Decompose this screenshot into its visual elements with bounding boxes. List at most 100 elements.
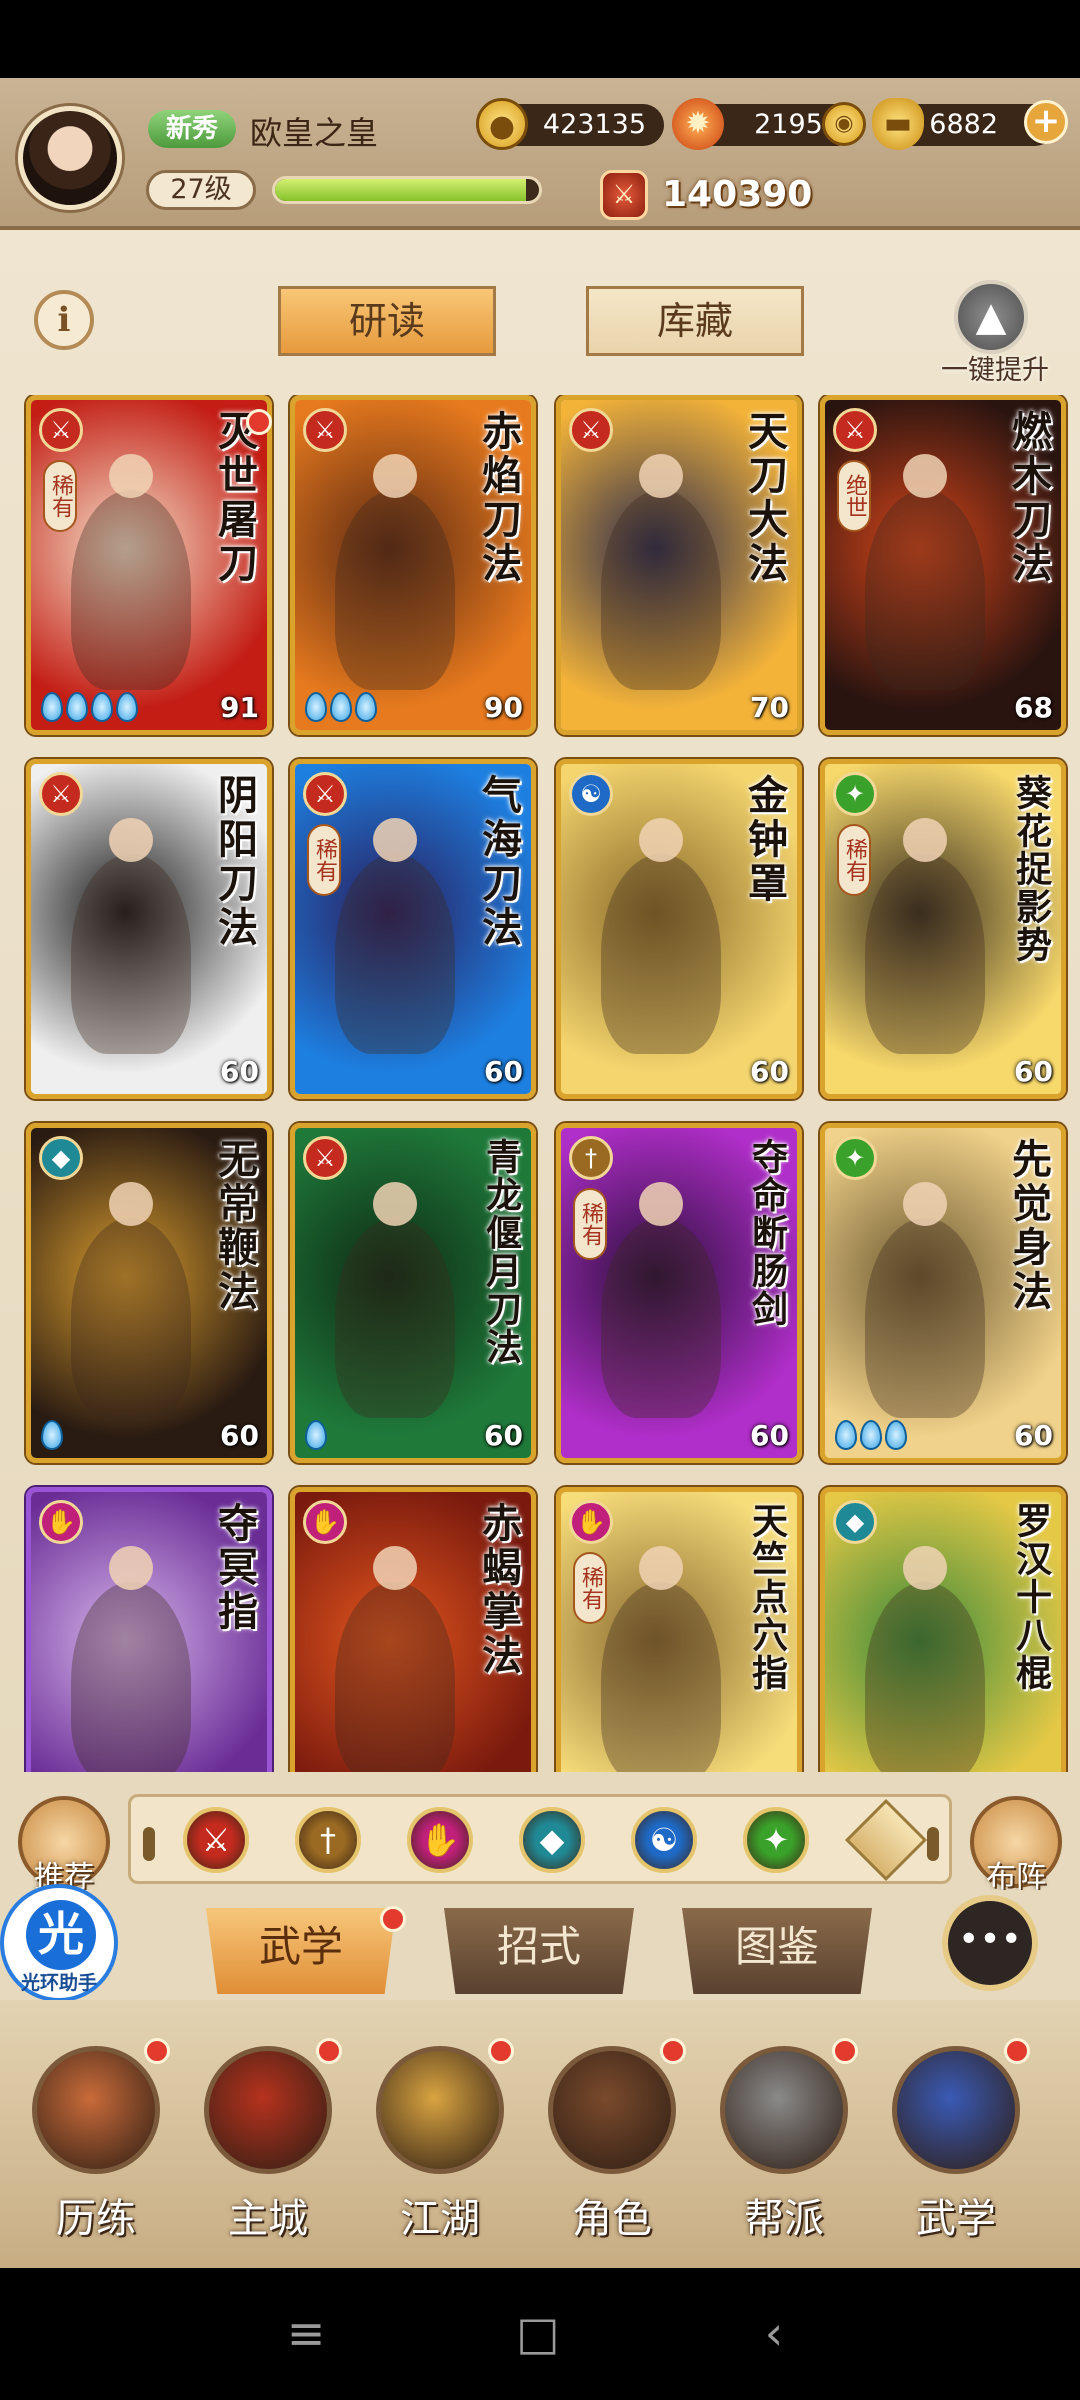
tab-collection[interactable]: 库藏 [586, 286, 804, 356]
combat-power-value: 140390 [662, 174, 813, 215]
finger-school-icon[interactable]: ✋ [407, 1807, 473, 1873]
agility-school-icon: ✦ [833, 772, 877, 816]
subtab-martial[interactable]: 武学 [206, 1908, 396, 1994]
drop-icon [885, 1420, 907, 1450]
recent-apps-icon[interactable]: ≡ [276, 2308, 336, 2358]
nav-item[interactable]: 历练 [16, 2036, 176, 2256]
combat-power-icon: ⚔ [600, 170, 648, 220]
sword-school-icon: † [569, 1136, 613, 1180]
rarity-tag: 稀有 [307, 824, 341, 896]
drop-icon [835, 1420, 857, 1450]
sword-school-icon[interactable]: † [295, 1807, 361, 1873]
back-icon[interactable]: ‹ [744, 2308, 804, 2358]
martial-artist-figure [865, 1182, 985, 1418]
drop-icon [305, 692, 327, 722]
halo-helper-badge[interactable]: 光 光环助手 [0, 1884, 118, 2002]
nav-item[interactable]: 主城 [188, 2036, 348, 2256]
skill-card[interactable]: ✦ 先觉身法 60 [820, 1123, 1066, 1463]
skill-level: 60 [220, 1419, 259, 1452]
skill-name: 夺冥指 [211, 1502, 258, 1634]
drop-icon [91, 692, 113, 722]
scroll-right-indicator [927, 1827, 939, 1861]
skill-card[interactable]: ✋ 赤蝎掌法 [290, 1487, 536, 1772]
skill-level: 68 [1014, 691, 1053, 724]
nav-item[interactable]: 帮派 [704, 2036, 864, 2256]
skill-level: 90 [484, 691, 523, 724]
level-label: 27级 [146, 170, 256, 210]
drop-icon [355, 692, 377, 722]
scroll-left-indicator [143, 1827, 155, 1861]
whip-school-icon: ◆ [39, 1136, 83, 1180]
martial-arts-panel: i 研读 库藏 ▲ 一键提升 ⚔ 稀有 灭世屠刀 91 ⚔ 赤焰刀法 90 ⚔ 天刀大法 70 ⚔ 绝… [0, 230, 1080, 1780]
skill-level: 70 [750, 691, 789, 724]
add-currency-button[interactable]: + [1024, 100, 1068, 144]
whip-school-icon: ◆ [833, 1500, 877, 1544]
notification-dot [380, 1906, 406, 1932]
rarity-tag: 稀有 [837, 824, 871, 896]
nav-label: 历练 [56, 2196, 136, 2242]
skill-card[interactable]: † 稀有 夺命断肠剑 60 [556, 1123, 802, 1463]
notification-dot [832, 2038, 858, 2064]
bottom-navigation: 历练 主城 江湖 角色 帮派 武学 [0, 2000, 1080, 2268]
skill-name: 阴阳刀法 [211, 774, 258, 950]
skill-name: 赤焰刀法 [475, 410, 522, 586]
player-name: 欧皇之皇 [250, 114, 379, 152]
inner-school-icon[interactable]: ☯ [631, 1807, 697, 1873]
nav-item[interactable]: 武学 [876, 2036, 1036, 2256]
skill-level: 60 [484, 1419, 523, 1452]
skill-card[interactable]: ⚔ 稀有 气海刀法 60 [290, 759, 536, 1099]
halo-helper-label: 光环助手 [20, 1972, 97, 1994]
all-schools-filter-icon[interactable] [844, 1798, 928, 1882]
nav-icon [376, 2046, 504, 2174]
tab-study[interactable]: 研读 [278, 286, 496, 356]
martial-artist-figure [71, 454, 191, 690]
martial-artist-figure [865, 1546, 985, 1772]
skill-card[interactable]: ⚔ 阴阳刀法 60 [26, 759, 272, 1099]
skill-card[interactable]: ✦ 稀有 葵花捉影势 60 [820, 759, 1066, 1099]
skill-card[interactable]: ⚔ 绝世 燃木刀法 68 [820, 395, 1066, 735]
skill-card[interactable]: ✋ 稀有 天竺点穴指 [556, 1487, 802, 1772]
skill-card[interactable]: ◆ 无常鞭法 60 [26, 1123, 272, 1463]
finger-school-icon: ✋ [39, 1500, 83, 1544]
halo-helper-icon: 光 [26, 1900, 96, 1970]
sub-tab-area: 武学 招式 图鉴 [0, 1890, 1080, 2000]
chat-button[interactable]: ••• [942, 1895, 1038, 1991]
whip-school-icon[interactable]: ◆ [519, 1807, 585, 1873]
notification-dot [246, 409, 272, 435]
agility-school-icon[interactable]: ✦ [743, 1807, 809, 1873]
martial-artist-figure [601, 1182, 721, 1418]
skill-card[interactable]: ⚔ 青龙偃月刀法 60 [290, 1123, 536, 1463]
blade-school-icon: ⚔ [39, 408, 83, 452]
skill-card[interactable]: ◆ 罗汉十八棍 [820, 1487, 1066, 1772]
nav-item[interactable]: 角色 [532, 2036, 692, 2256]
skill-card[interactable]: ⚔ 赤焰刀法 90 [290, 395, 536, 735]
subtab-moves[interactable]: 招式 [444, 1908, 634, 1994]
gold-pot-icon: ◉ [822, 102, 866, 146]
combat-power: ⚔ 140390 [600, 170, 840, 220]
rarity-tag: 稀有 [573, 1552, 607, 1624]
martial-artist-figure [601, 818, 721, 1054]
skill-card[interactable]: ⚔ 天刀大法 70 [556, 395, 802, 735]
martial-artist-figure [335, 1546, 455, 1772]
blade-school-icon: ⚔ [569, 408, 613, 452]
nav-label: 角色 [572, 2196, 652, 2242]
martial-artist-figure [601, 1546, 721, 1772]
player-avatar[interactable] [18, 106, 122, 210]
home-icon[interactable]: □ [508, 2308, 568, 2358]
skill-level: 60 [750, 1419, 789, 1452]
notification-dot [316, 2038, 342, 2064]
skill-name: 无常鞭法 [211, 1138, 258, 1314]
nav-item[interactable]: 江湖 [360, 2036, 520, 2256]
skill-card-grid[interactable]: ⚔ 稀有 灭世屠刀 91 ⚔ 赤焰刀法 90 ⚔ 天刀大法 70 ⚔ 绝世 燃木刀法 68 ⚔ 阴阳刀法 60 ⚔… [0, 395, 1080, 1772]
info-button[interactable]: i [34, 290, 94, 350]
drop-icon [41, 692, 63, 722]
one-click-upgrade-button[interactable]: ▲ 一键提升 [940, 280, 1049, 386]
skill-card[interactable]: ✋ 夺冥指 [26, 1487, 272, 1772]
martial-artist-figure [865, 818, 985, 1054]
skill-card[interactable]: ☯ 金钟罩 60 [556, 759, 802, 1099]
skill-card[interactable]: ⚔ 稀有 灭世屠刀 91 [26, 395, 272, 735]
skill-name: 天竺点穴指 [746, 1502, 788, 1692]
subtab-codex[interactable]: 图鉴 [682, 1908, 872, 1994]
blade-school-icon[interactable]: ⚔ [183, 1807, 249, 1873]
notification-dot [144, 2038, 170, 2064]
